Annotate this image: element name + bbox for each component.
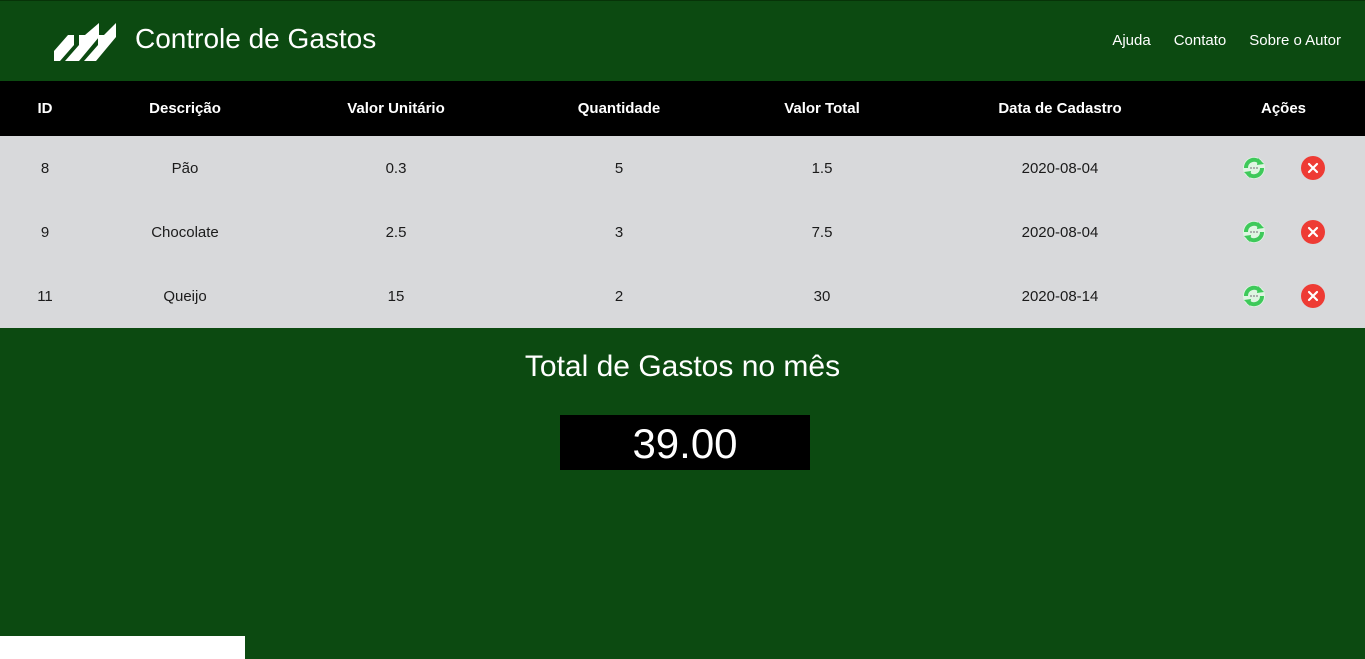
bottom-white-bar bbox=[0, 636, 245, 659]
refresh-edit-icon bbox=[1242, 285, 1265, 307]
cell-data: 2020-08-04 bbox=[1021, 223, 1099, 241]
cell-valor-unitario: 2.5 bbox=[385, 223, 407, 241]
refresh-edit-icon bbox=[1242, 221, 1265, 243]
cell-id: 9 bbox=[40, 223, 50, 241]
cell-valor-total: 7.5 bbox=[811, 223, 833, 241]
stripes-logo-icon bbox=[54, 23, 116, 61]
cell-acoes bbox=[1202, 264, 1365, 328]
delete-button[interactable] bbox=[1301, 156, 1326, 180]
cell-quantidade: 3 bbox=[614, 223, 624, 241]
total-title: Total de Gastos no mês bbox=[524, 350, 841, 383]
cell-valor-unitario: 15 bbox=[387, 287, 405, 305]
expenses-table: ID Descrição Valor Unitário Quantidade V… bbox=[0, 81, 1365, 328]
edit-button[interactable] bbox=[1242, 284, 1266, 308]
edit-button[interactable] bbox=[1242, 220, 1266, 244]
nav-link-ajuda[interactable]: Ajuda bbox=[1112, 30, 1150, 52]
cell-valor-total: 30 bbox=[813, 287, 831, 305]
column-header-id: ID bbox=[37, 100, 53, 117]
column-header-quantidade: Quantidade bbox=[577, 100, 661, 117]
table-row: 9 Chocolate 2.5 3 7.5 2020-08-04 bbox=[0, 200, 1365, 264]
top-header: Controle de Gastos Ajuda Contato Sobre o… bbox=[0, 0, 1365, 81]
total-section: Total de Gastos no mês 39.00 bbox=[0, 345, 1365, 470]
cell-valor-total: 1.5 bbox=[811, 159, 833, 177]
refresh-edit-icon bbox=[1242, 157, 1265, 179]
column-header-acoes: Ações bbox=[1260, 100, 1307, 117]
edit-button[interactable] bbox=[1242, 156, 1266, 180]
column-header-valor-unitario: Valor Unitário bbox=[347, 100, 445, 117]
close-circle-icon bbox=[1301, 284, 1326, 308]
table-row: 11 Queijo 15 2 30 2020-08-14 bbox=[0, 264, 1365, 328]
delete-button[interactable] bbox=[1301, 284, 1326, 308]
column-header-descricao: Descrição bbox=[149, 100, 221, 117]
nav-link-contato[interactable]: Contato bbox=[1174, 30, 1227, 52]
cell-quantidade: 2 bbox=[614, 287, 624, 305]
table-header-row: ID Descrição Valor Unitário Quantidade V… bbox=[0, 81, 1365, 136]
column-header-data-cadastro: Data de Cadastro bbox=[998, 100, 1122, 117]
app-title: Controle de Gastos bbox=[135, 23, 377, 54]
nav-link-sobre-o-autor[interactable]: Sobre o Autor bbox=[1249, 30, 1341, 52]
main-nav: Ajuda Contato Sobre o Autor bbox=[1112, 30, 1341, 52]
total-value: 39.00 bbox=[560, 415, 810, 470]
cell-id: 11 bbox=[37, 287, 53, 305]
cell-valor-unitario: 0.3 bbox=[385, 159, 407, 177]
cell-data: 2020-08-04 bbox=[1021, 159, 1099, 177]
cell-id: 8 bbox=[40, 159, 50, 177]
close-circle-icon bbox=[1301, 220, 1326, 244]
delete-button[interactable] bbox=[1301, 220, 1326, 244]
page: Controle de Gastos Ajuda Contato Sobre o… bbox=[0, 0, 1365, 659]
cell-data: 2020-08-14 bbox=[1021, 287, 1099, 305]
column-header-valor-total: Valor Total bbox=[784, 100, 860, 117]
cell-descricao: Pão bbox=[171, 159, 199, 177]
close-circle-icon bbox=[1301, 156, 1326, 180]
cell-acoes bbox=[1202, 136, 1365, 200]
cell-acoes bbox=[1202, 200, 1365, 264]
cell-quantidade: 5 bbox=[614, 159, 624, 177]
table-row: 8 Pão 0.3 5 1.5 2020-08-04 bbox=[0, 136, 1365, 200]
cell-descricao: Queijo bbox=[163, 287, 207, 305]
cell-descricao: Chocolate bbox=[151, 223, 219, 241]
